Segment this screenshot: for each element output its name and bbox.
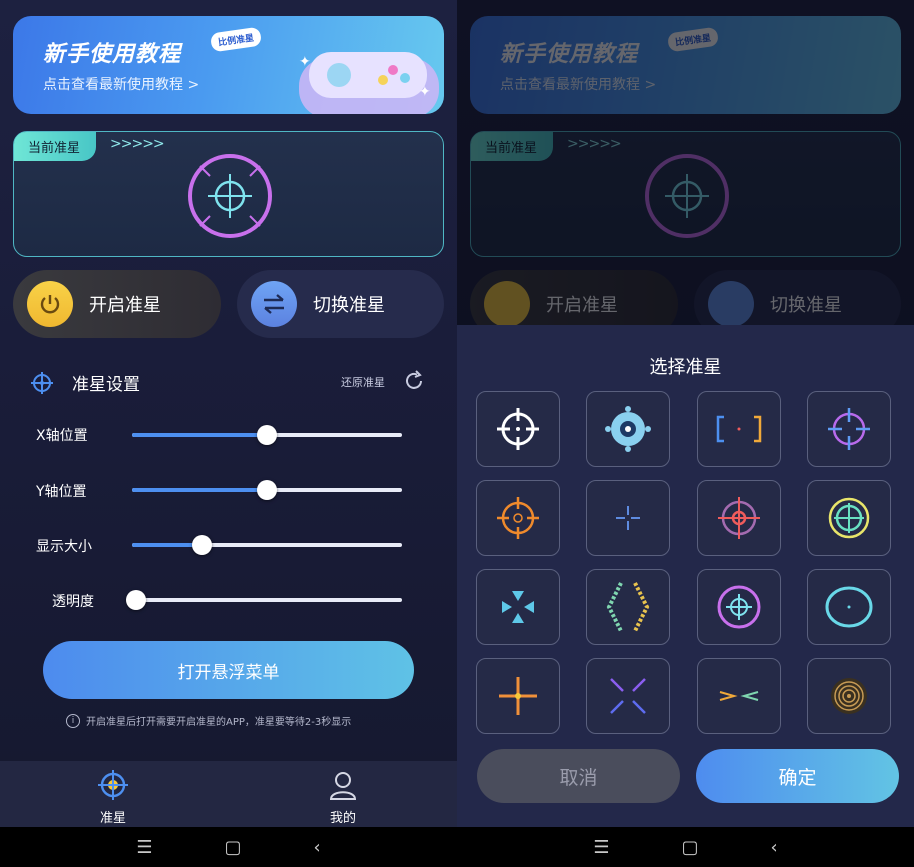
power-icon bbox=[27, 281, 73, 327]
crosshair-target-rings-icon bbox=[831, 678, 867, 714]
tutorial-banner[interactable]: 新手使用教程 比例准星 点击查看最新使用教程 > ✦ ✦ bbox=[13, 16, 444, 114]
refresh-icon[interactable] bbox=[403, 370, 425, 392]
crosshair-option-10[interactable] bbox=[586, 569, 670, 645]
crosshair-option-13[interactable] bbox=[476, 658, 560, 734]
crosshair-option-1[interactable] bbox=[476, 391, 560, 467]
back-icon[interactable]: ‹ bbox=[313, 837, 320, 858]
crosshair-purple-ring-icon bbox=[717, 585, 761, 629]
banner-subtitle[interactable]: 点击查看最新使用教程 > bbox=[43, 74, 199, 94]
tab-mine[interactable]: 我的 bbox=[303, 769, 383, 826]
back-icon[interactable]: ‹ bbox=[770, 837, 777, 858]
svg-text:✦: ✦ bbox=[299, 54, 311, 70]
settings-header: 准星设置 bbox=[30, 370, 140, 395]
crosshair-triangles-icon bbox=[502, 591, 534, 623]
crosshair-option-4[interactable] bbox=[807, 391, 891, 467]
open-float-menu-button[interactable]: 打开悬浮菜单 bbox=[43, 641, 414, 699]
bottom-tab-bar: 准星 我的 bbox=[0, 761, 457, 827]
crosshair-option-3[interactable] bbox=[697, 391, 781, 467]
crosshair-orb-icon bbox=[605, 406, 651, 452]
tab-crosshair-label: 准星 bbox=[99, 811, 126, 826]
slider-knob[interactable] bbox=[192, 535, 212, 555]
user-icon bbox=[329, 772, 357, 800]
crosshair-arrows-icon bbox=[719, 691, 759, 701]
slider-knob[interactable] bbox=[257, 425, 277, 445]
settings-title: 准星设置 bbox=[72, 375, 140, 395]
slider-knob[interactable] bbox=[257, 480, 277, 500]
crosshair-red-purple-icon bbox=[718, 497, 760, 539]
current-crosshair-tag: 当前准星 bbox=[14, 132, 97, 161]
crosshair-white-icon bbox=[497, 408, 539, 450]
select-crosshair-sheet: 选择准星 取消 确定 bbox=[457, 325, 914, 827]
banner-title: 新手使用教程 bbox=[43, 42, 182, 67]
x-position-slider[interactable] bbox=[132, 425, 402, 445]
y-position-label: Y轴位置 bbox=[36, 484, 87, 500]
current-crosshair-icon bbox=[188, 154, 272, 238]
system-nav-bar: ☰ ▢ ‹ bbox=[0, 827, 457, 867]
opacity-label: 透明度 bbox=[52, 594, 94, 610]
crosshair-option-16[interactable] bbox=[807, 658, 891, 734]
crosshair-option-9[interactable] bbox=[476, 569, 560, 645]
hint-message: 开启准星后打开需要开启准星的APP，准星要等待2-3秒显示 bbox=[86, 717, 352, 728]
slider-fill bbox=[132, 488, 267, 492]
menu-icon[interactable]: ☰ bbox=[136, 837, 152, 858]
crosshair-option-11[interactable] bbox=[697, 569, 781, 645]
system-nav-bar: ☰ ▢ ‹ bbox=[457, 827, 914, 867]
crosshair-option-7[interactable] bbox=[697, 480, 781, 556]
banner-tag: 比例准星 bbox=[209, 26, 263, 53]
open-crosshair-label: 开启准星 bbox=[89, 295, 161, 316]
crosshair-green-yellow-icon bbox=[828, 497, 870, 539]
hint-text: i 开启准星后打开需要开启准星的APP，准星要等待2-3秒显示 bbox=[66, 713, 351, 728]
home-icon[interactable]: ▢ bbox=[224, 837, 241, 858]
menu-icon[interactable]: ☰ bbox=[593, 837, 609, 858]
crosshair-small-cross-icon bbox=[616, 506, 640, 530]
gamepad-icon: ✦ ✦ bbox=[299, 52, 439, 114]
open-crosshair-button[interactable]: 开启准星 bbox=[13, 270, 221, 338]
crosshair-brackets-icon bbox=[716, 415, 762, 443]
chevron-arrows-icon: >>>>> bbox=[110, 136, 165, 152]
crosshair-option-15[interactable] bbox=[697, 658, 781, 734]
current-crosshair-card: 当前准星 >>>>> bbox=[13, 131, 444, 257]
confirm-button[interactable]: 确定 bbox=[696, 749, 899, 803]
crosshair-orange-icon bbox=[497, 497, 539, 539]
crosshair-option-8[interactable] bbox=[807, 480, 891, 556]
info-icon: i bbox=[66, 713, 80, 728]
crosshair-option-6[interactable] bbox=[586, 480, 670, 556]
tab-crosshair[interactable]: 准星 bbox=[73, 769, 153, 826]
home-icon[interactable]: ▢ bbox=[681, 837, 698, 858]
crosshair-tab-icon bbox=[98, 770, 128, 800]
svg-text:✦: ✦ bbox=[419, 84, 431, 100]
size-slider[interactable] bbox=[132, 535, 402, 555]
slider-fill bbox=[132, 433, 267, 437]
cancel-button[interactable]: 取消 bbox=[477, 749, 680, 803]
crosshair-chevrons-icon bbox=[606, 582, 650, 632]
size-label: 显示大小 bbox=[36, 539, 92, 555]
tab-mine-label: 我的 bbox=[329, 811, 356, 826]
crosshair-option-14[interactable] bbox=[586, 658, 670, 734]
crosshair-orange-star-icon bbox=[499, 677, 537, 715]
crosshair-option-2[interactable] bbox=[586, 391, 670, 467]
opacity-slider[interactable] bbox=[126, 590, 402, 610]
crosshair-option-5[interactable] bbox=[476, 480, 560, 556]
sheet-title: 选择准星 bbox=[649, 357, 722, 378]
x-position-label: X轴位置 bbox=[36, 428, 88, 444]
right-screen: 新手使用教程 比例准星 点击查看最新使用教程 > 当前准星 >>>>> 开启准星… bbox=[457, 0, 914, 867]
crosshair-purple-blue-icon bbox=[828, 408, 870, 450]
left-screen: 新手使用教程 比例准星 点击查看最新使用教程 > ✦ ✦ 当前准星 >>>>> bbox=[0, 0, 457, 867]
restore-label[interactable]: 还原准星 bbox=[341, 374, 385, 390]
crosshair-cyan-ring-icon bbox=[825, 586, 873, 628]
slider-knob[interactable] bbox=[126, 590, 146, 610]
switch-crosshair-button[interactable]: 切换准星 bbox=[237, 270, 444, 338]
y-position-slider[interactable] bbox=[132, 480, 402, 500]
crosshair-option-12[interactable] bbox=[807, 569, 891, 645]
crosshair-x-lines-icon bbox=[610, 678, 646, 714]
switch-crosshair-label: 切换准星 bbox=[313, 295, 385, 316]
swap-icon bbox=[251, 281, 297, 327]
crosshair-settings-icon bbox=[31, 371, 53, 394]
